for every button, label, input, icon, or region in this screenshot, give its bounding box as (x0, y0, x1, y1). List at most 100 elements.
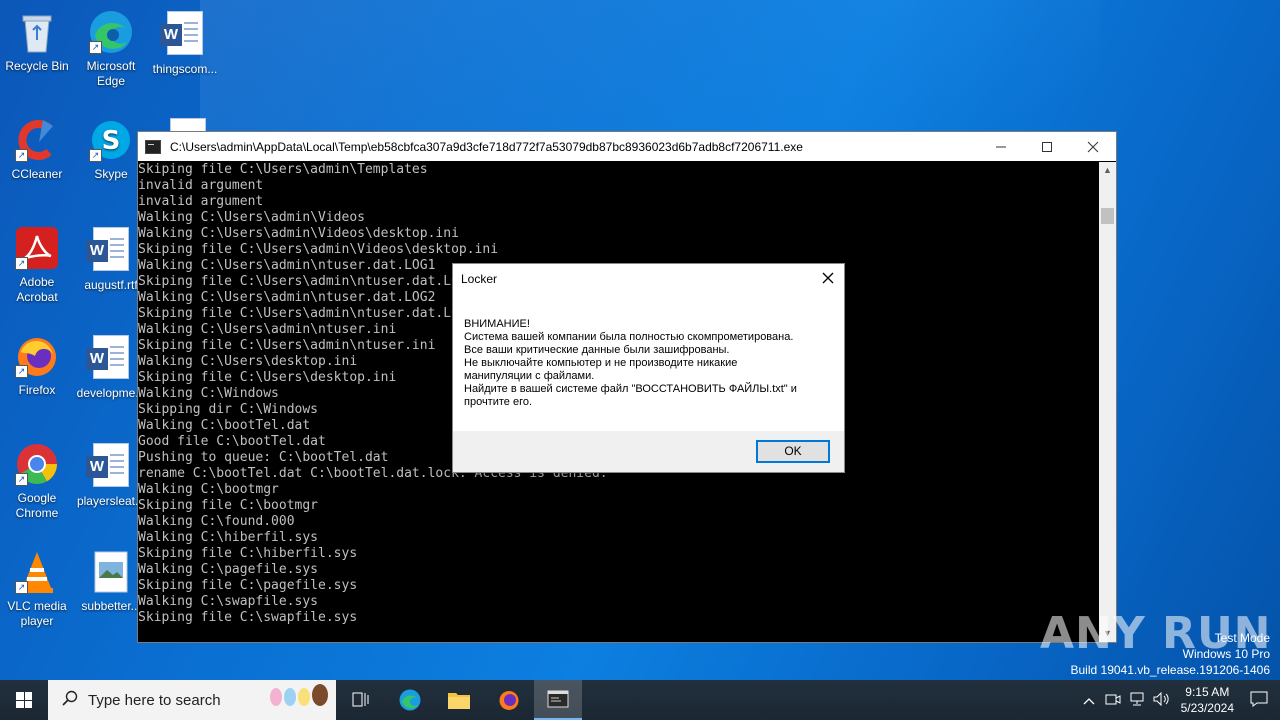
locker-dialog[interactable]: Locker ВНИМАНИЕ! Система вашей компании б… (452, 263, 845, 473)
console-line: Walking C:\Users\admin\Videos (138, 210, 365, 225)
console-line: Walking C:\pagefile.sys (138, 562, 319, 577)
ok-button[interactable]: OK (756, 440, 830, 463)
search-icon (62, 690, 78, 711)
desktop-icon-recycle-bin[interactable]: Recycle Bin (0, 8, 75, 74)
dialog-message-line: Система вашей компании была полностью ск… (464, 331, 794, 343)
console-line: Walking C:\found.000 (138, 514, 295, 529)
console-line: invalid argument (138, 178, 264, 193)
edge-icon (399, 689, 421, 711)
edge-icon: ↗ (87, 8, 135, 56)
dialog-message-line: манипуляции с файлами. (464, 370, 595, 382)
start-button[interactable] (0, 680, 48, 720)
console-line: Walking C:\swapfile.sys (138, 594, 319, 609)
skype-icon: S ↗ (87, 116, 135, 164)
image-file-icon (87, 548, 135, 596)
console-app-icon (145, 139, 161, 154)
network-icon[interactable] (1129, 692, 1145, 709)
console-titlebar[interactable]: C:\Users\admin\AppData\Local\Temp\eb58cb… (138, 132, 1116, 161)
desktop-icon-vlc[interactable]: ↗ VLC media player (0, 548, 75, 629)
console-line: Skiping file C:\swapfile.sys (138, 610, 358, 625)
desktop-icon-label: Microsoft Edge (86, 59, 136, 88)
console-title: C:\Users\admin\AppData\Local\Temp\eb58cb… (170, 139, 803, 154)
word-document-icon: W (160, 11, 209, 59)
taskbar-edge-button[interactable] (386, 680, 434, 720)
desktop-icon-thingscom[interactable]: W thingscom... (147, 8, 223, 77)
clock-time: 9:15 AM (1185, 685, 1230, 699)
console-line: Walking C:\Users\admin\Videos\desktop.in… (138, 226, 459, 241)
shortcut-arrow-icon: ↗ (15, 149, 28, 162)
desktop-icon-label: Google Chrome (15, 491, 59, 520)
word-document-icon: W (86, 443, 135, 491)
desktop-icon-firefox[interactable]: ↗ Firefox (0, 332, 75, 398)
scroll-up-icon[interactable]: ▲ (1099, 162, 1116, 179)
taskbar-search-box[interactable]: Type here to search (48, 680, 336, 720)
dialog-title: Locker (461, 272, 498, 286)
dialog-message-line: Все ваши критические данные были зашифро… (464, 344, 730, 356)
chevron-up-icon[interactable] (1083, 693, 1095, 708)
dialog-message: ВНИМАНИЕ! Система вашей компании была пол… (464, 318, 824, 409)
firefox-icon (499, 691, 519, 710)
task-view-icon (352, 692, 369, 707)
meet-now-icon[interactable] (1105, 692, 1121, 709)
desktop-icon-edge[interactable]: ↗ Microsoft Edge (73, 8, 149, 89)
firefox-icon: ↗ (13, 332, 61, 380)
search-placeholder: Type here to search (88, 691, 221, 709)
desktop-icon-label: Firefox (18, 383, 56, 397)
desktop-icon-label: thingscom... (152, 62, 218, 76)
shortcut-arrow-icon: ↗ (89, 149, 102, 162)
close-icon (1087, 141, 1099, 152)
desktop-icon-label: Recycle Bin (5, 59, 69, 73)
vlc-icon: ↗ (13, 548, 61, 596)
console-scrollbar[interactable]: ▲ ▼ (1099, 162, 1116, 642)
shortcut-arrow-icon: ↗ (15, 473, 28, 486)
dialog-warning-heading: ВНИМАНИЕ! (464, 318, 530, 330)
dialog-close-button[interactable] (818, 268, 838, 288)
svg-text:S: S (102, 126, 121, 156)
windows-build-watermark: Test Mode Windows 10 Pro Build 19041.vb_… (1071, 630, 1271, 678)
close-button[interactable] (1070, 132, 1116, 161)
dialog-footer: OK (453, 431, 844, 472)
dialog-message-line: Не выключайте компьютер и не производите… (464, 357, 738, 369)
chrome-icon: ↗ (13, 440, 61, 488)
clock-date: 5/23/2024 (1180, 701, 1234, 715)
desktop-icon-label: Adobe Acrobat (16, 275, 58, 304)
desktop-icon-adobe-acrobat[interactable]: ↗ Adobe Acrobat (0, 224, 75, 305)
desktop-icon-google-chrome[interactable]: ↗ Google Chrome (0, 440, 75, 521)
taskbar-firefox-button[interactable] (485, 680, 533, 720)
maximize-button[interactable] (1024, 132, 1070, 161)
console-app-icon (547, 690, 569, 708)
minimize-button[interactable] (978, 132, 1024, 161)
shortcut-arrow-icon: ↗ (89, 41, 102, 54)
word-document-icon: W (86, 335, 135, 383)
close-icon (822, 272, 834, 284)
minimize-icon (996, 146, 1006, 147)
notifications-icon[interactable] (1250, 691, 1268, 710)
ccleaner-icon: ↗ (13, 116, 61, 164)
windows-logo-icon (16, 692, 32, 708)
desktop-icon-ccleaner[interactable]: ↗ CCleaner (0, 116, 75, 182)
build-text: Build 19041.vb_release.191206-1406 (1070, 663, 1271, 677)
console-line: Skiping file C:\bootmgr (138, 498, 319, 513)
test-mode-text: Test Mode (1214, 631, 1270, 645)
system-tray: 9:15 AM 5/23/2024 (1083, 680, 1280, 720)
shortcut-arrow-icon: ↗ (15, 581, 28, 594)
dialog-message-line: прочтите его. (464, 396, 533, 408)
easter-eggs-icon (270, 684, 328, 706)
desktop-icon-label: VLC media player (7, 599, 67, 628)
windows-edition-text: Windows 10 Pro (1182, 647, 1270, 661)
console-line: Skiping file C:\pagefile.sys (138, 578, 358, 593)
console-line: Walking C:\hiberfil.sys (138, 530, 319, 545)
taskbar-file-explorer-button[interactable] (435, 680, 483, 720)
scroll-thumb[interactable] (1101, 208, 1114, 224)
word-document-icon: W (86, 227, 135, 275)
taskbar-console-button[interactable] (534, 680, 582, 720)
shortcut-arrow-icon: ↗ (15, 365, 28, 378)
taskbar-clock[interactable]: 9:15 AM 5/23/2024 (1181, 684, 1234, 716)
folder-icon (448, 693, 470, 709)
acrobat-icon: ↗ (13, 224, 61, 272)
desktop-icon-label: CCleaner (11, 167, 63, 181)
maximize-icon (1042, 141, 1052, 152)
task-view-button[interactable] (336, 680, 384, 720)
volume-icon[interactable] (1153, 691, 1171, 709)
console-line: Skiping file C:\Users\admin\Videos\deskt… (138, 242, 499, 257)
